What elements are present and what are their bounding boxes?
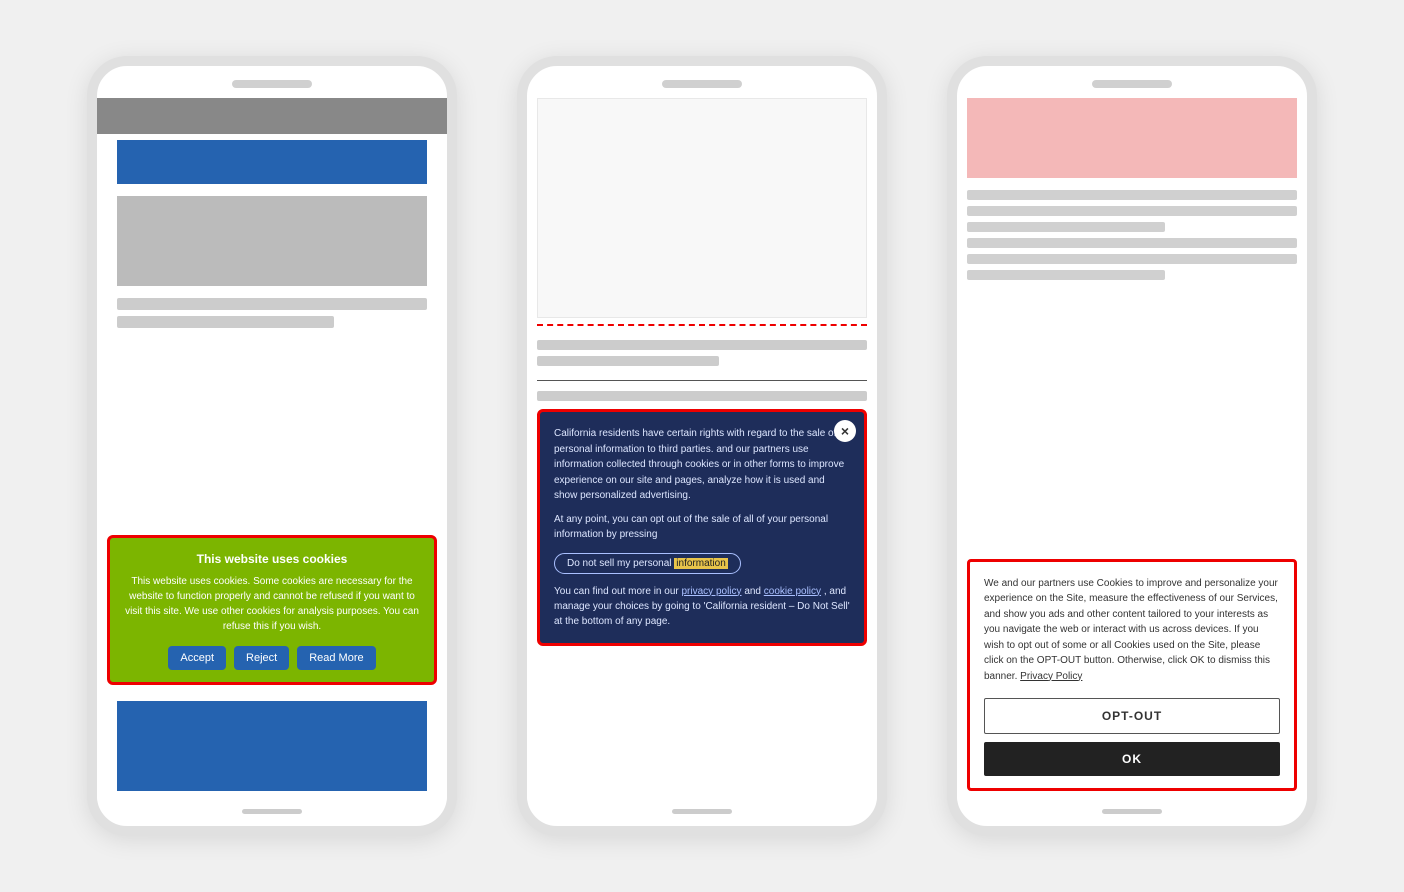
cookie-banner-3: We and our partners use Cookies to impro… <box>967 559 1297 792</box>
phone-3-home-bar <box>1102 809 1162 814</box>
accept-button[interactable]: Accept <box>168 646 226 670</box>
ok-button[interactable]: OK <box>984 742 1280 776</box>
p3-row-3 <box>967 222 1165 232</box>
phone-2-speaker <box>662 80 742 88</box>
cb1-title: This website uses cookies <box>122 552 422 566</box>
p2-row-1 <box>537 340 867 350</box>
p3-row-2 <box>967 206 1297 216</box>
phone-2: × California residents have certain righ… <box>517 56 887 836</box>
cookie-banner-2: × California residents have certain righ… <box>537 409 867 646</box>
p2-dashed-line <box>537 324 867 326</box>
cb2-para1: California residents have certain rights… <box>554 426 850 504</box>
read-more-button[interactable]: Read More <box>297 646 375 670</box>
cb3-privacy-policy-link[interactable]: Privacy Policy <box>1020 671 1082 682</box>
p3-row-4 <box>967 238 1297 248</box>
phone-3: We and our partners use Cookies to impro… <box>947 56 1317 836</box>
opt-out-button[interactable]: OPT-OUT <box>984 698 1280 734</box>
p1-top-gray <box>97 98 447 134</box>
p3-row-1 <box>967 190 1297 200</box>
p2-white-block <box>537 98 867 318</box>
p3-gray-rows <box>957 184 1307 286</box>
phone-2-home-bar <box>672 809 732 814</box>
p3-row-6 <box>967 270 1165 280</box>
p2-row-2 <box>537 356 719 366</box>
p1-row <box>117 298 427 310</box>
p1-content-rows <box>97 292 447 527</box>
phone-1-speaker <box>232 80 312 88</box>
highlight-word: information <box>674 558 727 569</box>
do-not-sell-button[interactable]: Do not sell my personal information <box>554 553 741 574</box>
cb2-close-button[interactable]: × <box>834 420 856 442</box>
phone-2-screen: × California residents have certain righ… <box>527 98 877 801</box>
cb3-body: We and our partners use Cookies to impro… <box>984 576 1280 685</box>
phone-1-home-bar <box>242 809 302 814</box>
cb2-footer: You can find out more in our privacy pol… <box>554 584 850 629</box>
p1-row-short <box>117 316 334 328</box>
cb2-para2: At any point, you can opt out of the sal… <box>554 512 850 543</box>
cb2-body: California residents have certain rights… <box>554 426 850 543</box>
p3-spacer <box>957 286 1307 551</box>
p2-row-3 <box>537 391 867 401</box>
cookie-policy-link[interactable]: cookie policy <box>764 586 821 597</box>
p3-pink-block <box>967 98 1297 178</box>
p3-row-5 <box>967 254 1297 264</box>
cb1-body: This website uses cookies. Some cookies … <box>122 574 422 634</box>
p1-bottom-blue <box>117 701 427 791</box>
p1-gray-block <box>117 196 427 286</box>
reject-button[interactable]: Reject <box>234 646 289 670</box>
p1-blue-bar <box>117 140 427 184</box>
phone-3-screen: We and our partners use Cookies to impro… <box>957 98 1307 801</box>
p2-gray-rows2 <box>527 387 877 405</box>
phone-1: This website uses cookies This website u… <box>87 56 457 836</box>
p2-solid-line <box>537 380 867 381</box>
phone-1-screen: This website uses cookies This website u… <box>97 98 447 801</box>
privacy-policy-link[interactable]: privacy policy <box>682 586 742 597</box>
cookie-banner-1: This website uses cookies This website u… <box>107 535 437 685</box>
cb1-buttons: Accept Reject Read More <box>122 646 422 670</box>
p2-gray-rows <box>527 332 877 374</box>
phone-3-speaker <box>1092 80 1172 88</box>
